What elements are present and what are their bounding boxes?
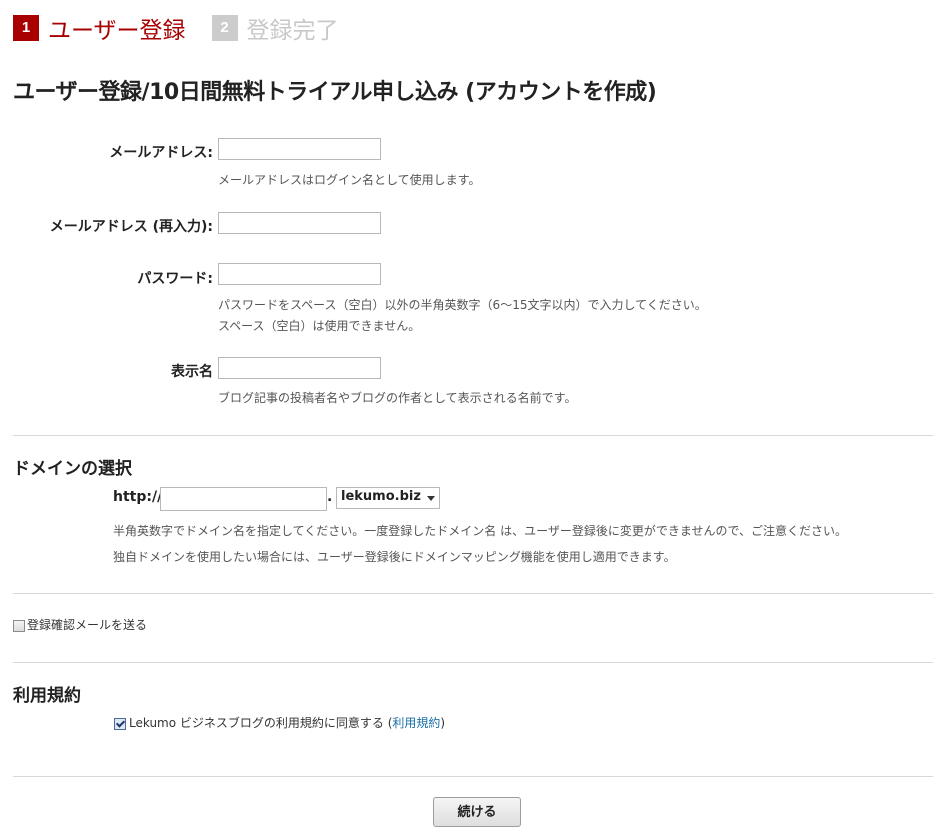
agree-terms-close: ) (440, 716, 446, 730)
step-2-number: 2 (211, 15, 238, 41)
display-name-label: 表示名 (171, 364, 213, 380)
password-label: パスワード: (137, 271, 213, 287)
step-indicator: 1 ユーザー登録 2 登録完了 (13, 11, 365, 45)
divider (13, 776, 933, 777)
step-1-number: 1 (13, 15, 39, 41)
divider (13, 593, 933, 594)
confirm-email-checkbox[interactable] (13, 620, 25, 632)
page-title: ユーザー登録/10日間無料トライアル申し込み (アカウントを作成) (13, 80, 657, 105)
email-confirm-field[interactable] (218, 212, 381, 234)
email-confirm-label: メールアドレス (再入力): (49, 219, 213, 235)
email-field[interactable] (218, 138, 381, 160)
terms-section-title: 利用規約 (13, 686, 81, 706)
domain-separator: . (327, 489, 333, 505)
http-prefix: http:// (113, 489, 163, 505)
step-1: 1 ユーザー登録 (13, 11, 186, 45)
domain-help-2: 独自ドメインを使用したい場合には、ユーザー登録後にドメインマッピング機能を使用し… (113, 550, 676, 564)
step-2: 2 登録完了 (211, 11, 339, 45)
password-help-1: パスワードをスペース（空白）以外の半角英数字（6～15文字以内）で入力してくださ… (218, 298, 707, 312)
password-field[interactable] (218, 263, 381, 285)
divider (13, 435, 933, 436)
agree-terms-text: Lekumo ビジネスブログの利用規約に同意する ( (129, 716, 393, 730)
agree-terms-checkbox[interactable] (114, 718, 126, 730)
confirm-email-label[interactable]: 登録確認メールを送る (27, 616, 147, 633)
agree-terms-label: Lekumo ビジネスブログの利用規約に同意する (利用規約) (129, 714, 445, 731)
terms-link[interactable]: 利用規約 (392, 716, 440, 730)
email-label: メールアドレス: (109, 145, 213, 161)
chevron-down-icon (427, 496, 435, 501)
domain-section-title: ドメインの選択 (13, 459, 132, 479)
display-name-field[interactable] (218, 357, 381, 379)
step-2-label: 登録完了 (246, 18, 339, 44)
password-help-2: スペース（空白）は使用できません。 (218, 319, 421, 333)
domain-select-value: lekumo.biz (341, 489, 421, 504)
domain-help-1: 半角英数字でドメイン名を指定してください。一度登録したドメイン名 は、ユーザー登… (113, 524, 848, 538)
domain-select[interactable]: lekumo.biz (336, 487, 440, 509)
step-1-label: ユーザー登録 (48, 18, 186, 44)
subdomain-input[interactable] (160, 487, 327, 511)
email-help: メールアドレスはログイン名として使用します。 (218, 173, 481, 187)
divider (13, 662, 933, 663)
display-name-help: ブログ記事の投稿者名やブログの作者として表示される名前です。 (218, 391, 577, 405)
continue-button[interactable]: 続ける (433, 797, 521, 827)
